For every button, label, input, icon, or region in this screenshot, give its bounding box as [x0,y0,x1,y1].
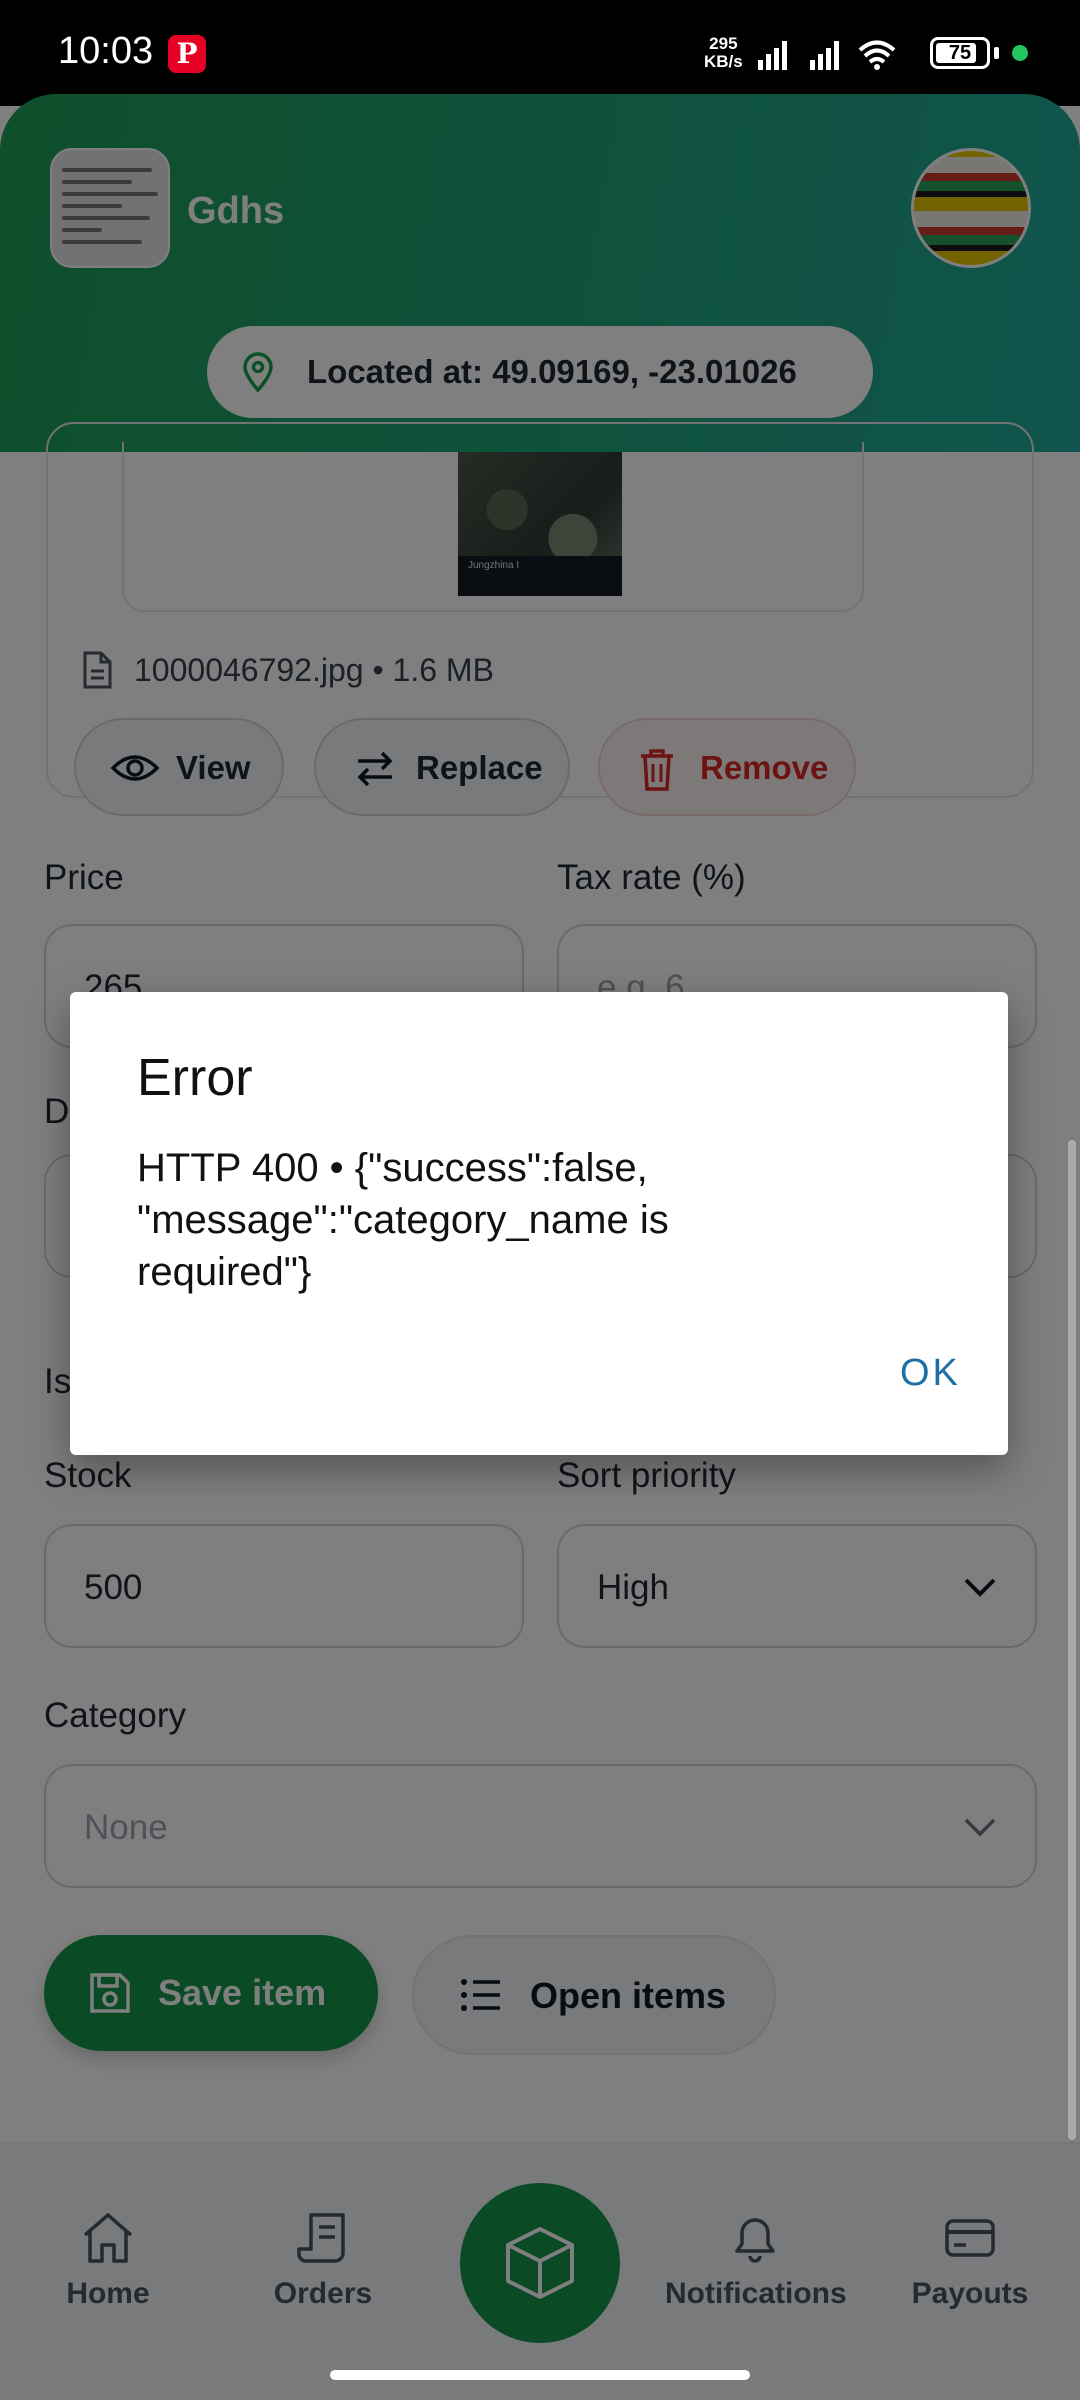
dialog-title: Error [137,1049,253,1107]
pinterest-notification-icon: P [168,35,206,73]
signal-wifi-icons [758,40,896,70]
dialog-ok-button[interactable]: OK [900,1352,961,1395]
battery-level: 75 [948,42,972,64]
status-bar: 10:03 P 295 KB/s 75 [0,0,1080,106]
network-speed-unit: KB/s [704,52,743,71]
privacy-indicator-dot [1012,45,1028,61]
battery-tip [994,47,999,59]
network-speed-value: 295 [709,34,738,53]
home-indicator[interactable] [330,2370,750,2380]
scrollbar-thumb[interactable] [1068,1140,1076,2140]
network-speed: 295 KB/s [704,35,743,71]
error-dialog: Error HTTP 400 • {"success":false, "mess… [70,992,1008,1455]
status-time: 10:03 [58,30,154,72]
dialog-message: HTTP 400 • {"success":false, "message":"… [137,1146,669,1294]
battery-icon: 75 [930,37,990,69]
